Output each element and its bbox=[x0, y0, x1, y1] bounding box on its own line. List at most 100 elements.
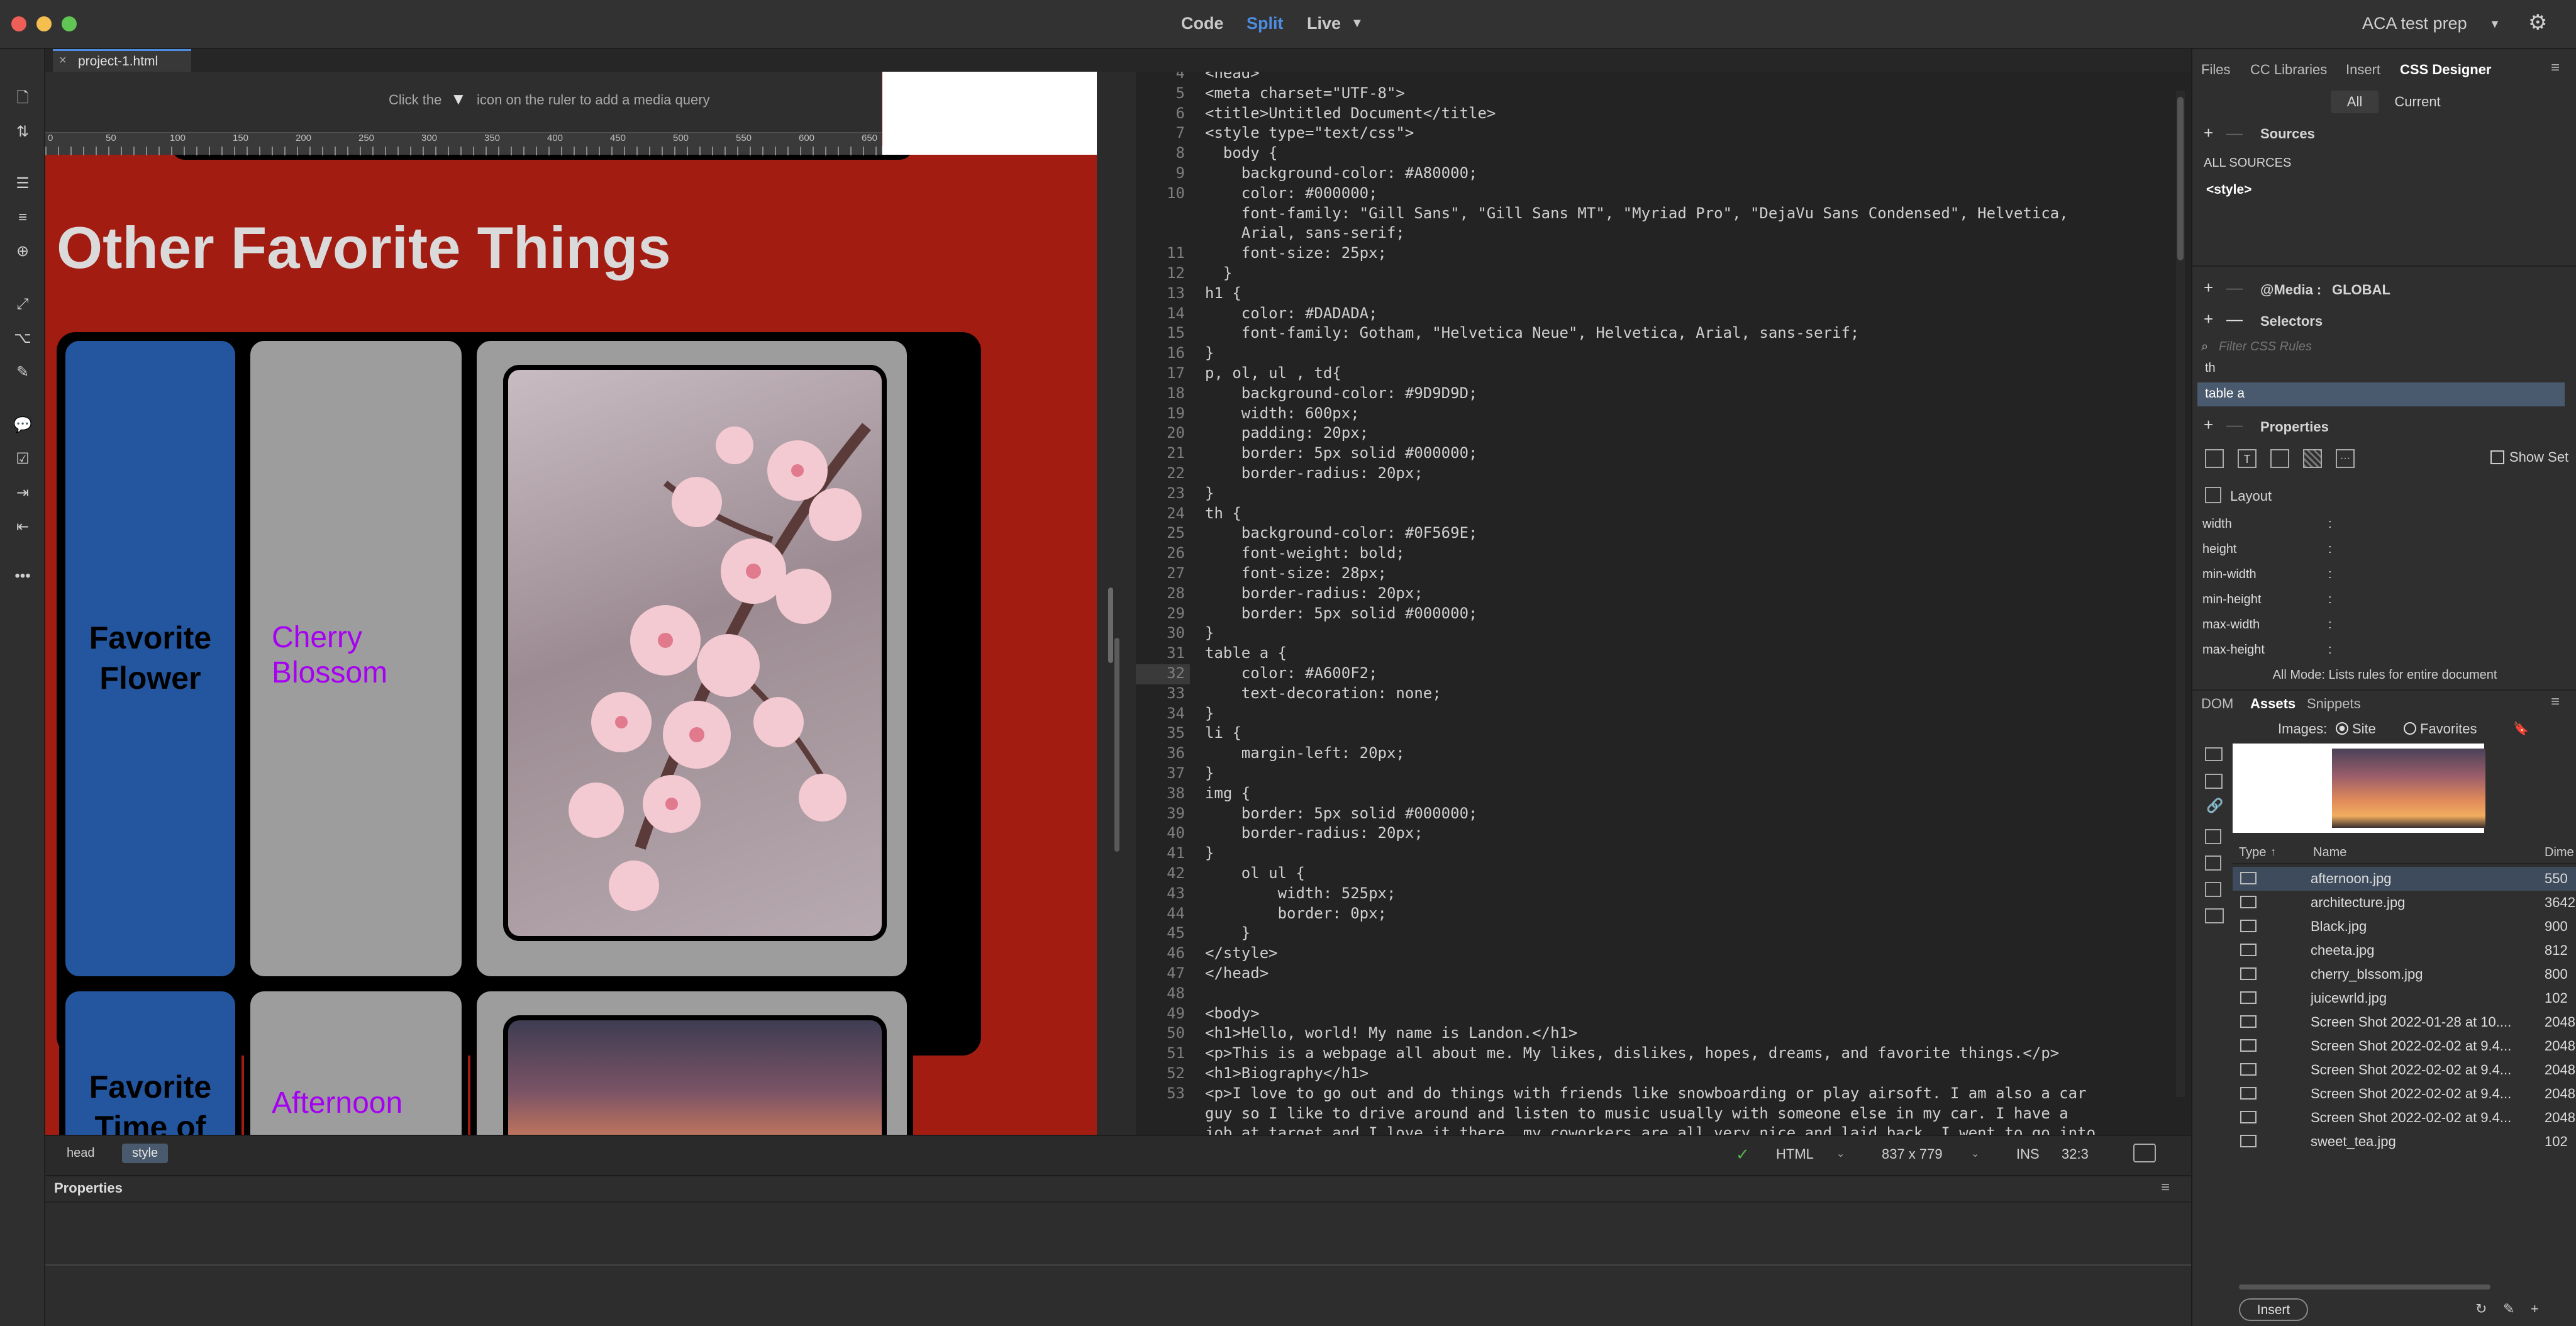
code-line[interactable]: th { bbox=[1205, 504, 1241, 522]
asset-row[interactable]: Black.jpg 900 bbox=[2233, 915, 2576, 939]
more-category-icon[interactable]: ··· bbox=[2336, 449, 2355, 468]
asset-row[interactable]: Screen Shot 2022-02-02 at 9.4... 2048 bbox=[2233, 1034, 2576, 1058]
size-dropdown-icon[interactable]: ⌄ bbox=[1971, 1147, 1979, 1160]
code-line[interactable]: job at target and I love it there, my co… bbox=[1205, 1124, 2096, 1135]
tab-insert[interactable]: Insert bbox=[2346, 62, 2380, 78]
media-query-ruler[interactable]: 0 50 100 150 200 250 300 350 400 450 500… bbox=[45, 132, 882, 155]
code-line[interactable]: table a { bbox=[1205, 644, 1287, 662]
code-line[interactable]: li { bbox=[1205, 724, 1241, 742]
code-line[interactable]: border: 0px; bbox=[1205, 905, 1387, 922]
library-category-icon[interactable] bbox=[2205, 908, 2224, 923]
validation-ok-icon[interactable]: ✓ bbox=[1736, 1145, 1750, 1164]
css-prop-width[interactable]: width bbox=[2202, 517, 2232, 532]
code-line[interactable]: ol ul { bbox=[1205, 864, 1305, 882]
code-line[interactable]: background-color: #A80000; bbox=[1205, 164, 1478, 182]
validate-icon[interactable]: ☑ bbox=[11, 448, 34, 471]
code-line[interactable]: <p>I love to go out and do things with f… bbox=[1205, 1084, 2087, 1102]
code-line[interactable]: body { bbox=[1205, 144, 1278, 162]
edit-icon[interactable]: ✎ bbox=[2503, 1301, 2514, 1317]
design-view[interactable]: Other Favorite Things Favorite Flower Ch… bbox=[45, 72, 1097, 1135]
code-line[interactable]: padding: 20px; bbox=[1205, 424, 1368, 442]
remove-property-icon[interactable]: — bbox=[2226, 415, 2243, 435]
code-line[interactable]: margin-left: 20px; bbox=[1205, 744, 1405, 762]
language-dropdown-icon[interactable]: ⌄ bbox=[1836, 1147, 1845, 1160]
code-line[interactable]: guy so I like to drive around and listen… bbox=[1205, 1105, 2068, 1122]
tab-cc-libraries[interactable]: CC Libraries bbox=[2250, 62, 2327, 78]
asset-row[interactable]: cheeta.jpg 812 bbox=[2233, 939, 2576, 962]
file-icon[interactable]: 🗋 bbox=[11, 87, 34, 109]
selector-item[interactable]: th bbox=[2205, 361, 2216, 376]
assets-hscroll[interactable] bbox=[2239, 1284, 2490, 1290]
asset-row[interactable]: Screen Shot 2022-02-02 at 9.4... 2048 bbox=[2233, 1058, 2576, 1082]
code-line[interactable]: color: #000000; bbox=[1205, 184, 1378, 202]
design-scroll-thumb[interactable] bbox=[1114, 638, 1119, 852]
document-language[interactable]: HTML bbox=[1776, 1146, 1814, 1162]
window-size[interactable]: 837 x 779 bbox=[1882, 1146, 1943, 1162]
code-line[interactable]: <h1>Hello, world! My name is Landon.</h1… bbox=[1205, 1024, 1577, 1042]
css-prop-min-width[interactable]: min-width bbox=[2202, 567, 2257, 582]
tab-assets[interactable]: Assets bbox=[2250, 696, 2296, 712]
images-category-icon[interactable] bbox=[2205, 747, 2223, 761]
code-line[interactable]: border-radius: 20px; bbox=[1205, 824, 1423, 842]
remove-media-icon[interactable]: — bbox=[2226, 278, 2243, 298]
code-line[interactable]: text-decoration: none; bbox=[1205, 684, 1441, 702]
add-favorite-icon[interactable]: + bbox=[2531, 1301, 2539, 1317]
remove-selector-icon[interactable]: — bbox=[2226, 309, 2243, 329]
code-line[interactable]: width: 600px; bbox=[1205, 404, 1360, 422]
site-radio[interactable] bbox=[2336, 722, 2348, 735]
code-view-button[interactable]: Code bbox=[1181, 14, 1224, 33]
code-line[interactable]: color: #DADADA; bbox=[1205, 304, 1378, 322]
code-line[interactable]: background-color: #9D9D9D; bbox=[1205, 384, 1478, 402]
code-line[interactable]: border-radius: 20px; bbox=[1205, 464, 1423, 482]
code-line[interactable]: } bbox=[1205, 924, 1250, 942]
source-item[interactable]: ALL SOURCES bbox=[2204, 156, 2291, 170]
splitter-handle[interactable] bbox=[1108, 588, 1113, 663]
refresh-icon[interactable]: ↻ bbox=[2475, 1301, 2487, 1317]
code-line[interactable]: <style type="text/css"> bbox=[1205, 124, 1414, 142]
col-dim[interactable]: Dime bbox=[2545, 845, 2574, 860]
code-view[interactable]: 4 <head> 5 <meta charset="UTF-8"> 6 <title>Un… bbox=[1136, 72, 2191, 1135]
code-line[interactable]: </head> bbox=[1205, 964, 1269, 982]
remove-source-icon[interactable]: — bbox=[2226, 123, 2243, 143]
add-media-icon[interactable]: + bbox=[2204, 278, 2213, 298]
split-view-button[interactable]: Split bbox=[1246, 14, 1284, 33]
code-line[interactable]: font-family: Gotham, "Helvetica Neue", H… bbox=[1205, 324, 1860, 342]
code-line[interactable]: font-weight: bold; bbox=[1205, 544, 1405, 562]
link-icon[interactable]: 🔗 bbox=[2206, 798, 2223, 814]
layout-category-icon[interactable] bbox=[2205, 449, 2224, 468]
css-prop-max-width[interactable]: max-width bbox=[2202, 618, 2260, 632]
panel-menu-icon[interactable]: ≡ bbox=[2551, 693, 2560, 711]
code-line[interactable]: } bbox=[1205, 764, 1214, 782]
close-tab-icon[interactable]: × bbox=[59, 53, 67, 68]
asset-row[interactable]: afternoon.jpg 550 bbox=[2233, 867, 2576, 891]
asset-row[interactable]: sweet_tea.jpg 102 bbox=[2233, 1130, 2576, 1154]
comment-icon[interactable]: 💬 bbox=[11, 414, 34, 437]
more-tools-icon[interactable]: ••• bbox=[11, 565, 34, 588]
code-line[interactable]: <head> bbox=[1205, 72, 1260, 82]
target-icon[interactable]: ⊕ bbox=[11, 240, 34, 263]
add-property-icon[interactable]: + bbox=[2204, 415, 2213, 435]
insert-element-icon[interactable]: ☰ bbox=[11, 172, 34, 195]
insert-asset-button[interactable]: Insert bbox=[2239, 1298, 2308, 1321]
code-line[interactable]: h1 { bbox=[1205, 284, 1241, 302]
all-toggle[interactable]: All bbox=[2331, 91, 2379, 113]
css-prop-height[interactable]: height bbox=[2202, 542, 2237, 557]
border-category-icon[interactable] bbox=[2270, 449, 2289, 468]
tab-dom[interactable]: DOM bbox=[2201, 696, 2233, 712]
code-line[interactable]: p, ol, ul , td{ bbox=[1205, 364, 1341, 382]
code-line[interactable]: } bbox=[1205, 705, 1214, 722]
code-scrollbar[interactable] bbox=[2176, 91, 2185, 1097]
code-line[interactable]: } bbox=[1205, 484, 1214, 502]
asset-row[interactable]: Screen Shot 2022-01-28 at 10.... 2048 bbox=[2233, 1010, 2576, 1034]
background-category-icon[interactable] bbox=[2303, 449, 2322, 468]
asset-row[interactable]: architecture.jpg 3642 bbox=[2233, 891, 2576, 915]
asset-row[interactable]: juicewrld.jpg 102 bbox=[2233, 986, 2576, 1010]
filter-css-rules-input[interactable] bbox=[2218, 337, 2565, 356]
code-line[interactable]: img { bbox=[1205, 784, 1250, 802]
code-line[interactable]: border: 5px solid #000000; bbox=[1205, 604, 1478, 622]
code-line[interactable]: border: 5px solid #000000; bbox=[1205, 805, 1478, 822]
row-value-link[interactable]: Afternoon bbox=[272, 1086, 460, 1120]
tab-snippets[interactable]: Snippets bbox=[2307, 696, 2361, 712]
code-line[interactable]: Arial, sans-serif; bbox=[1205, 224, 1405, 242]
code-line[interactable]: font-family: "Gill Sans", "Gill Sans MT"… bbox=[1205, 204, 2068, 222]
